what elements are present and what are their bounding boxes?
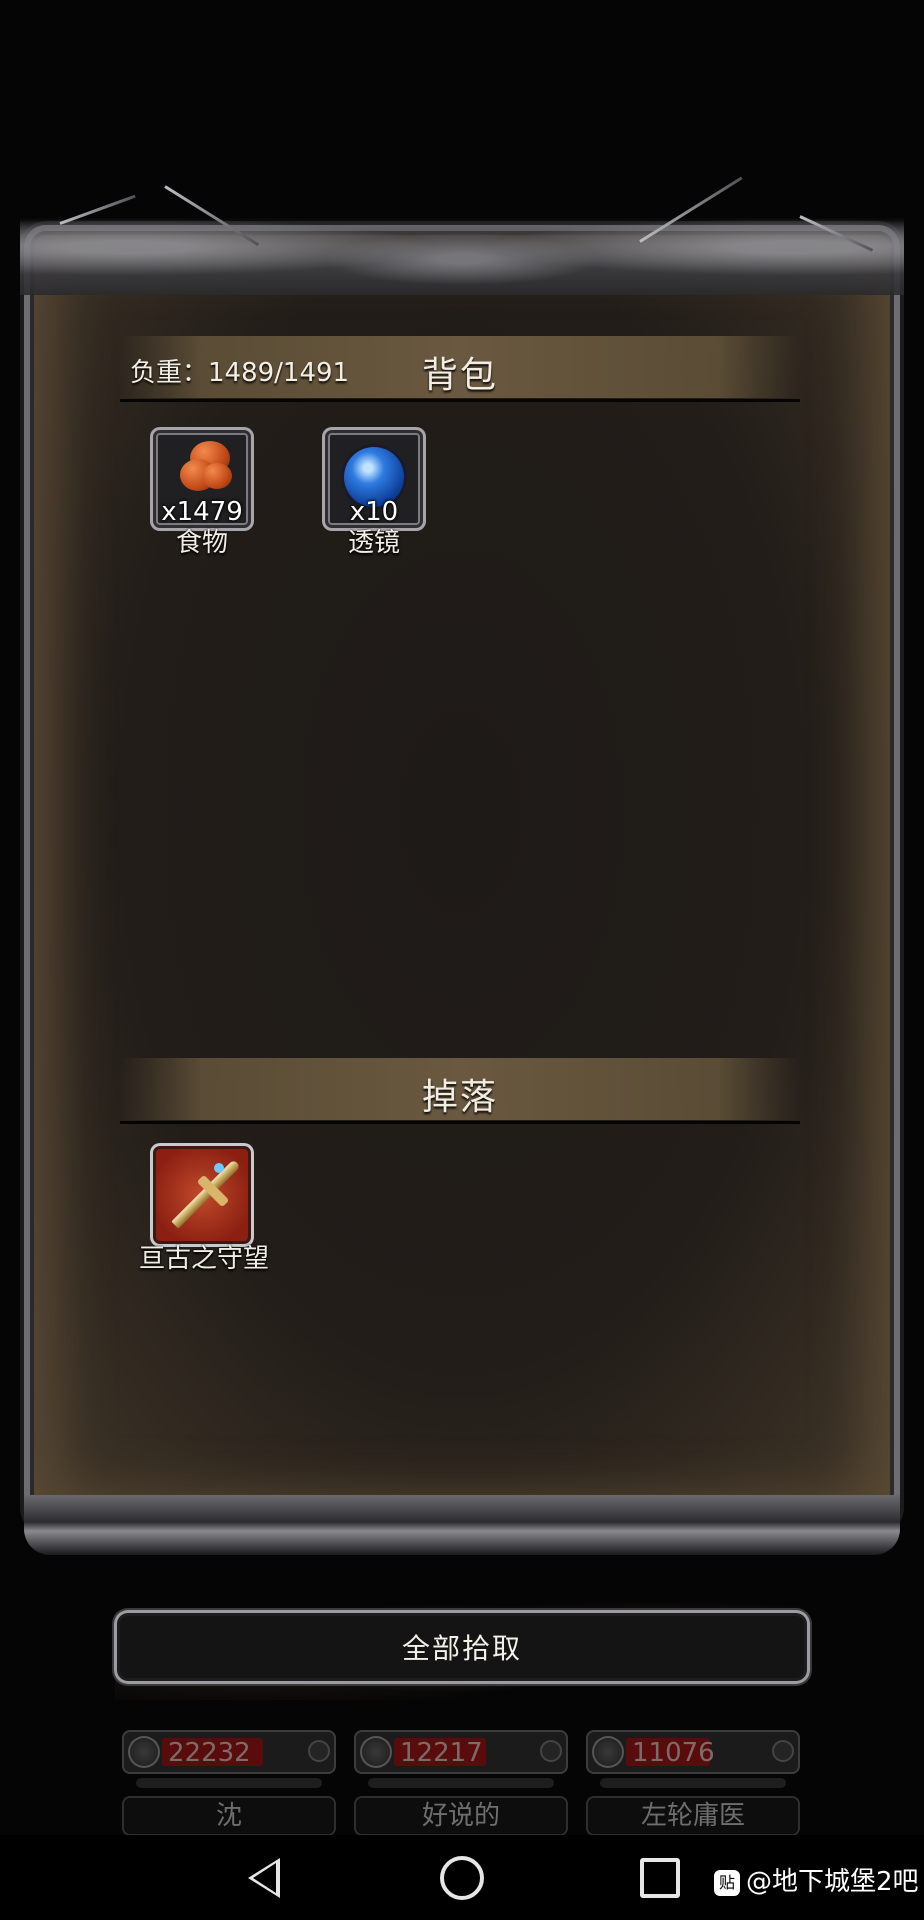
sword-gem (214, 1163, 224, 1173)
item-slot-food[interactable]: x1479 (150, 427, 254, 531)
golden-sword-icon (171, 1159, 241, 1229)
item-slot-lens[interactable]: x10 (322, 427, 426, 531)
hp-bar: 22232 (122, 1730, 336, 1774)
recent-apps-square-icon[interactable] (640, 1858, 680, 1898)
item-name: 亘古之守望 (138, 1244, 269, 1274)
party-member[interactable]: 12217 好说的 (354, 1730, 568, 1836)
drops-header: 掉落 (120, 1058, 800, 1124)
hp-end-cap (772, 1740, 794, 1762)
secondary-bar (136, 1778, 322, 1788)
drops-title: 掉落 (421, 1077, 498, 1118)
party-member[interactable]: 22232 沈 (122, 1730, 336, 1836)
frame-crest-ornament (20, 175, 904, 295)
member-name: 好说的 (354, 1796, 568, 1836)
hp-value: 12217 (400, 1738, 483, 1768)
hp-value: 22232 (168, 1738, 251, 1768)
hp-bar: 12217 (354, 1730, 568, 1774)
home-circle-icon[interactable] (440, 1856, 484, 1900)
hp-end-cap (540, 1740, 562, 1762)
frame-bottom-rim (24, 1495, 900, 1555)
watermark-text: @地下城堡2吧 (746, 1867, 919, 1897)
hp-orb-icon (360, 1736, 392, 1768)
weight-label: 负重：1489/1491 (130, 358, 350, 388)
hp-bar: 11076 (586, 1730, 800, 1774)
secondary-bar (600, 1778, 786, 1788)
hp-orb-icon (592, 1736, 624, 1768)
member-name: 左轮庸医 (586, 1796, 800, 1836)
system-navbar: 贴 @地下城堡2吧 (0, 1835, 924, 1920)
food-drumstick-icon (180, 441, 232, 495)
secondary-bar (368, 1778, 554, 1788)
hp-value: 11076 (632, 1738, 715, 1768)
item-name: 食物 (175, 528, 228, 558)
back-triangle-icon[interactable] (248, 1858, 280, 1898)
drop-slot-sword[interactable] (150, 1143, 254, 1247)
hp-end-cap (308, 1740, 330, 1762)
inventory-panel (24, 225, 900, 1530)
watermark: 贴 @地下城堡2吧 (714, 1861, 919, 1898)
member-name: 沈 (122, 1796, 336, 1836)
item-name: 透镜 (347, 528, 400, 558)
party-member[interactable]: 11076 左轮庸医 (586, 1730, 800, 1836)
tieba-logo-icon: 贴 (714, 1869, 740, 1896)
hp-orb-icon (128, 1736, 160, 1768)
pick-all-button[interactable]: 全部拾取 (114, 1610, 810, 1684)
